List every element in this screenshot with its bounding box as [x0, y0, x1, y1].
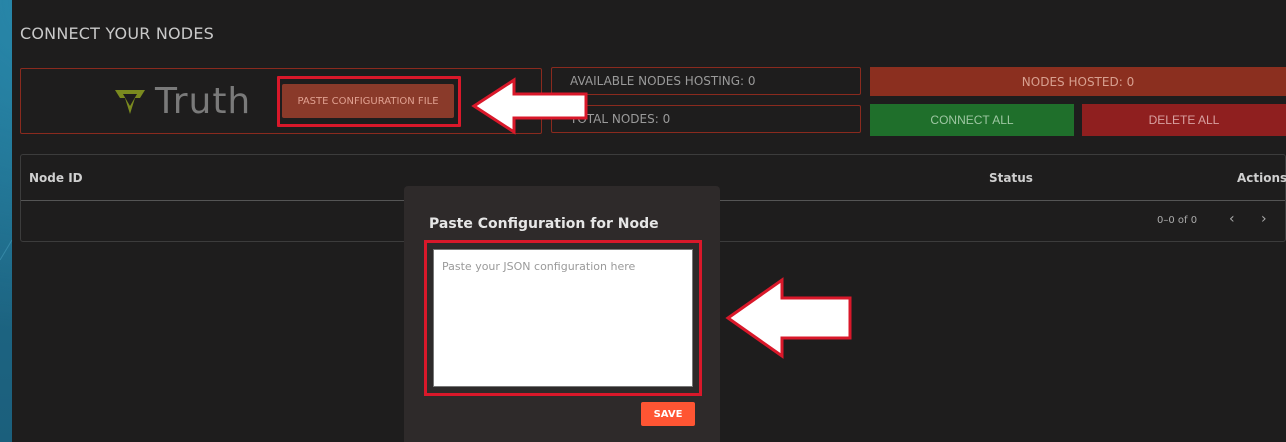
- brand-logo: Truth: [113, 80, 252, 122]
- column-header-actions: Actions: [1237, 171, 1286, 185]
- column-header-node-id: Node ID: [29, 171, 83, 185]
- paste-config-modal: Paste Configuration for Node SAVE: [404, 186, 720, 442]
- modal-title: Paste Configuration for Node: [429, 216, 659, 232]
- save-button[interactable]: SAVE: [641, 402, 695, 426]
- chevron-right-icon[interactable]: ›: [1261, 211, 1267, 227]
- total-nodes-stat: TOTAL NODES: 0: [551, 105, 861, 133]
- connect-all-button[interactable]: CONNECT ALL: [870, 104, 1074, 136]
- pagination-label: 0–0 of 0: [1157, 215, 1198, 226]
- highlight-box-textarea: [424, 240, 702, 396]
- truth-logo-icon: [115, 90, 145, 114]
- chevron-left-icon[interactable]: ‹: [1229, 211, 1235, 227]
- available-nodes-stat: AVAILABLE NODES HOSTING: 0: [551, 67, 861, 95]
- nodes-hosted-stat: NODES HOSTED: 0: [870, 67, 1286, 96]
- delete-all-button[interactable]: DELETE ALL: [1082, 104, 1286, 136]
- page-title: CONNECT YOUR NODES: [20, 24, 214, 43]
- json-config-textarea[interactable]: [433, 249, 693, 387]
- column-header-status: Status: [989, 171, 1033, 185]
- highlight-box-paste-button: [277, 76, 461, 127]
- brand-name: Truth: [155, 80, 252, 122]
